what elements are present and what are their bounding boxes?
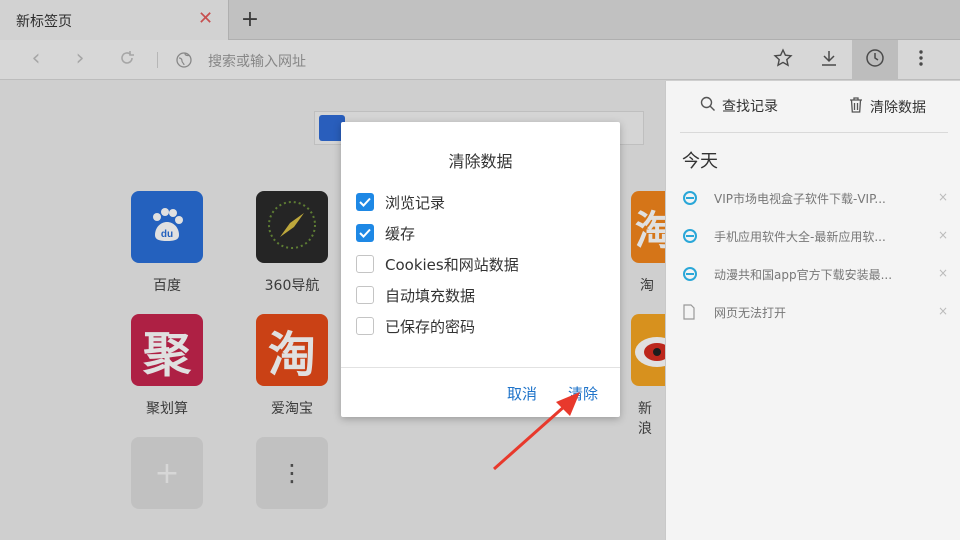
annotation-arrow: [493, 392, 580, 471]
